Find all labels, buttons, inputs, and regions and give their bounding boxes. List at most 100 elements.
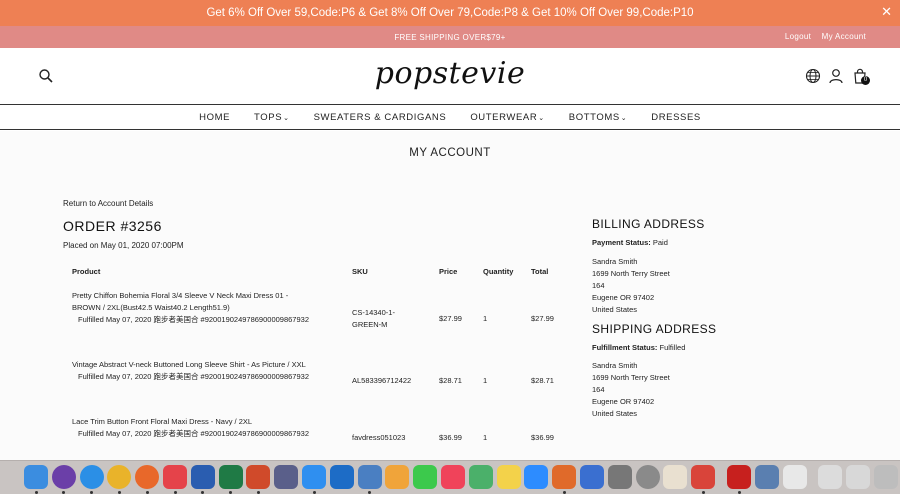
safari-icon[interactable] xyxy=(79,465,104,489)
music-icon[interactable] xyxy=(441,465,465,489)
sku-line2: GREEN-M xyxy=(352,320,388,329)
nav-outerwear-label: OUTERWEAR xyxy=(470,112,538,123)
order-number: ORDER #3256 xyxy=(63,218,162,234)
trash-icon[interactable] xyxy=(874,465,898,489)
nav-home[interactable]: HOME xyxy=(199,112,230,123)
shipping-address-heading: SHIPPING ADDRESS xyxy=(592,322,717,336)
table-row-product: Pretty Chiffon Bohemia Floral 3/4 Sleeve… xyxy=(72,290,342,326)
image-capture-icon[interactable] xyxy=(754,465,779,489)
news-icon[interactable] xyxy=(163,465,187,489)
payment-status-value: Paid xyxy=(652,238,668,247)
notes-icon[interactable] xyxy=(496,465,521,489)
chevron-down-icon: ⌄ xyxy=(620,115,628,122)
screenshots-icon[interactable] xyxy=(818,465,843,489)
my-account-link[interactable]: My Account xyxy=(822,32,866,41)
product-name-line1[interactable]: Pretty Chiffon Bohemia Floral 3/4 Sleeve… xyxy=(72,290,342,302)
page-title: MY ACCOUNT xyxy=(409,147,491,159)
nav-sweaters-cardigans[interactable]: SWEATERS & CARDIGANS xyxy=(314,112,447,123)
nav-tops-label: TOPS xyxy=(254,112,283,123)
chrome-icon[interactable] xyxy=(107,465,132,489)
shipping-unit: 164 xyxy=(592,385,605,394)
finder-icon[interactable] xyxy=(24,465,48,489)
row-sku: AL583396712422 xyxy=(352,376,412,385)
preview-icon[interactable] xyxy=(552,465,577,489)
promo-bar: Get 6% Off Over 59,Code:P6 & Get 8% Off … xyxy=(0,0,900,26)
nav-dresses-label: DRESSES xyxy=(651,112,701,123)
billing-name: Sandra Smith xyxy=(592,257,638,266)
main-nav: HOME TOPS⌄ SWEATERS & CARDIGANS OUTERWEA… xyxy=(0,106,900,130)
system-preferences-icon[interactable] xyxy=(635,465,660,489)
calculator-icon[interactable] xyxy=(580,465,604,489)
billing-city: Eugene OR 97402 xyxy=(592,293,655,302)
product-name-line1[interactable]: Vintage Abstract V-neck Buttoned Long Sl… xyxy=(72,359,342,371)
row-quantity: 1 xyxy=(483,433,488,442)
shipping-country: United States xyxy=(592,409,638,418)
fulfillment-status-value: Fulfilled xyxy=(659,343,686,352)
account-links: Logout My Account xyxy=(777,32,866,41)
maps-icon[interactable] xyxy=(468,465,493,489)
header-product: Product xyxy=(72,267,101,276)
table-row-product: Vintage Abstract V-neck Buttoned Long Sl… xyxy=(72,359,342,383)
documents-icon[interactable] xyxy=(782,465,807,489)
billing-street: 1699 North Terry Street xyxy=(592,269,670,278)
globe-icon[interactable] xyxy=(805,68,821,84)
xcode-icon[interactable] xyxy=(357,465,382,489)
placed-on-date: Placed on May 01, 2020 07:00PM xyxy=(63,241,184,250)
product-name-line1[interactable]: Lace Trim Button Front Floral Maxi Dress… xyxy=(72,416,342,428)
powerpoint-icon[interactable] xyxy=(246,465,271,489)
photos-icon[interactable] xyxy=(385,465,410,489)
close-icon[interactable]: ✕ xyxy=(881,4,892,20)
textedit-icon[interactable] xyxy=(663,465,688,489)
logout-link[interactable]: Logout xyxy=(785,32,811,41)
nav-dresses[interactable]: DRESSES xyxy=(651,112,701,123)
excel-icon[interactable] xyxy=(218,465,243,489)
payment-status: Payment Status: Paid xyxy=(592,238,668,247)
row-quantity: 1 xyxy=(483,314,488,323)
word-icon[interactable] xyxy=(190,465,215,489)
outlook-icon[interactable] xyxy=(329,465,354,489)
billing-address-heading: BILLING ADDRESS xyxy=(592,217,705,231)
acrobat-icon[interactable] xyxy=(727,465,751,489)
nav-bottoms-label: BOTTOMS xyxy=(568,112,620,123)
row-total: $28.71 xyxy=(531,376,554,385)
row-total: $27.99 xyxy=(531,314,554,323)
firefox-icon[interactable] xyxy=(135,465,160,489)
fulfilled-note: Fulfilled May 07, 2020 跑步者美国合 #920019024… xyxy=(78,315,309,324)
site-logo[interactable]: popstevie xyxy=(0,56,900,91)
nav-tops[interactable]: TOPS⌄ xyxy=(254,112,290,123)
macos-dock xyxy=(0,460,900,494)
billing-unit: 164 xyxy=(592,281,605,290)
site-header: popstevie xyxy=(0,48,900,105)
billing-address: Sandra Smith 1699 North Terry Street 164… xyxy=(592,256,670,316)
row-price: $28.71 xyxy=(439,376,462,385)
user-icon[interactable] xyxy=(828,68,844,84)
table-row-product: Lace Trim Button Front Floral Maxi Dress… xyxy=(72,416,342,440)
shipping-name: Sandra Smith xyxy=(592,361,638,370)
messages-icon[interactable] xyxy=(413,465,438,489)
photo-booth-icon[interactable] xyxy=(691,465,716,489)
shipping-bar: FREE SHIPPING OVER$79+ Logout My Account xyxy=(0,26,900,48)
free-shipping-text: FREE SHIPPING OVER$79+ xyxy=(394,32,506,42)
siri-icon[interactable] xyxy=(51,465,76,489)
zoom-icon[interactable] xyxy=(524,465,549,489)
header-quantity: Quantity xyxy=(483,267,514,276)
search-icon[interactable] xyxy=(38,68,54,84)
shipping-street: 1699 North Terry Street xyxy=(592,373,670,382)
nav-sweaters-label: SWEATERS & CARDIGANS xyxy=(313,112,447,123)
sku-line1: CS-14340-1- xyxy=(352,308,395,317)
app-store-icon[interactable] xyxy=(302,465,326,489)
promo-text: Get 6% Off Over 59,Code:P6 & Get 8% Off … xyxy=(206,7,694,19)
downloads-icon[interactable] xyxy=(846,465,871,489)
account-content: MY ACCOUNT Return to Account Details ORD… xyxy=(0,131,900,460)
header-price: Price xyxy=(439,267,458,276)
chevron-down-icon: ⌄ xyxy=(538,115,545,122)
disk-utility-icon[interactable] xyxy=(607,465,632,489)
pen-icon[interactable] xyxy=(274,465,299,489)
table-row-sku: CS-14340-1- GREEN-M xyxy=(352,307,395,331)
nav-bottoms[interactable]: BOTTOMS⌄ xyxy=(569,112,627,123)
row-sku: favdress051023 xyxy=(352,433,406,442)
cart-count-badge: 0 xyxy=(861,76,870,85)
nav-outerwear[interactable]: OUTERWEAR⌄ xyxy=(470,112,544,123)
return-to-account-link[interactable]: Return to Account Details xyxy=(63,199,153,208)
chevron-down-icon: ⌄ xyxy=(283,115,290,122)
